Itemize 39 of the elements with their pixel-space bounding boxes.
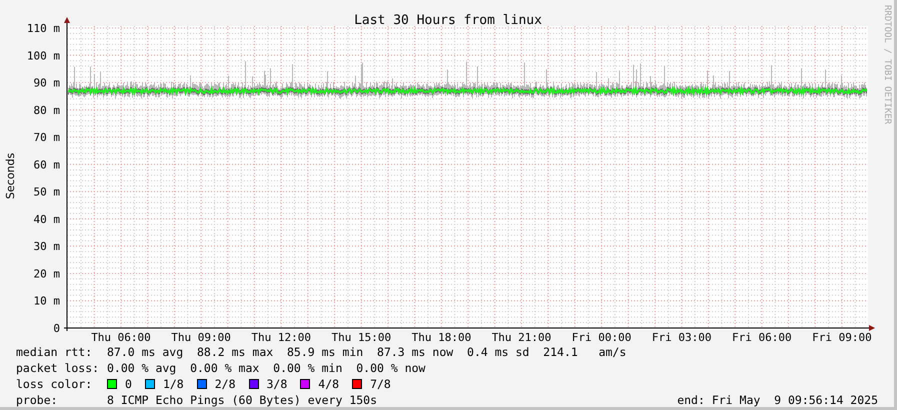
- x-tick-label: Thu 09:00: [171, 331, 231, 344]
- y-tick-label: 90 m: [34, 76, 60, 90]
- y-tick-label: 80 m: [34, 104, 60, 117]
- y-tick-label: 100 m: [26, 49, 60, 62]
- end-time: end: Fri May 9 09:56:14 2025: [677, 392, 878, 407]
- legend-label: probe:: [16, 392, 59, 407]
- legend-text: 87.0 ms avg 88.2 ms max 85.9 ms min 87.3 ms now 0.4 ms sd 214.1 am/s: [107, 344, 626, 360]
- chart-title: Last 30 Hours from linux: [354, 13, 542, 28]
- legend-label: loss color:: [16, 376, 94, 392]
- x-tick-label: Fri 09:00: [812, 331, 872, 344]
- loss-color-label: 3/8: [266, 376, 288, 392]
- loss-color-label: 4/8: [318, 376, 340, 392]
- x-tick-label: Fri 06:00: [732, 331, 792, 344]
- x-tick-label: Fri 03:00: [652, 331, 712, 344]
- y-tick-label: 110 m: [26, 22, 60, 35]
- x-tick-label: Thu 18:00: [412, 331, 472, 344]
- loss-color-label: 0: [125, 376, 132, 392]
- loss-color-label: 7/8: [370, 376, 391, 392]
- y-tick-label: 50 m: [34, 186, 60, 199]
- x-tick-label: Fri 00:00: [572, 331, 632, 344]
- y-tick-label: 20 m: [34, 267, 60, 280]
- loss-color-label: 2/8: [214, 376, 236, 392]
- x-tick-label: Thu 06:00: [91, 331, 151, 344]
- legend-text: 8 ICMP Echo Pings (60 Bytes) every 150s: [107, 392, 378, 407]
- y-tick-label: 30 m: [34, 240, 60, 254]
- legend-text: 0.00 % avg 0.00 % max 0.00 % min 0.00 % now: [107, 360, 426, 376]
- y-tick-label: 40 m: [34, 212, 60, 226]
- x-tick-label: Thu 12:00: [251, 331, 311, 344]
- x-tick-label: Thu 21:00: [492, 331, 552, 344]
- y-tick-label: 0: [53, 322, 60, 335]
- x-tick-label: Thu 15:00: [332, 331, 392, 344]
- credit-text: RRDTOOL / TOBI OETIKER: [882, 5, 892, 124]
- legend-label: packet loss:: [16, 360, 100, 376]
- y-tick-label: 60 m: [34, 158, 60, 172]
- y-axis-label: Seconds: [4, 152, 17, 200]
- loss-color-label: 1/8: [162, 376, 184, 392]
- legend-label: median rtt:: [16, 344, 94, 360]
- y-tick-label: 70 m: [34, 131, 60, 144]
- y-tick-label: 10 m: [34, 294, 60, 308]
